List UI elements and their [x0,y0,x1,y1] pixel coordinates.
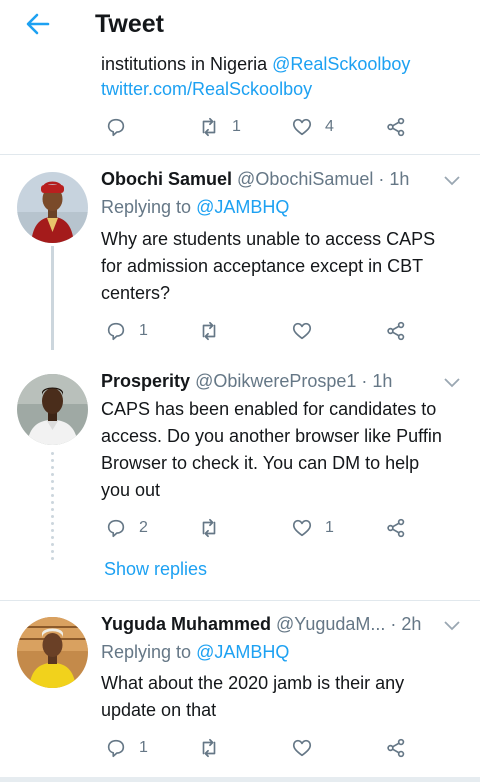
reply-icon [107,519,125,538]
share-icon [387,321,405,341]
share-icon [387,117,405,137]
like-icon [292,519,312,537]
replying-to-label: Replying to [101,197,197,217]
thread-connector-dots [51,452,54,564]
chevron-down-icon[interactable] [442,617,462,633]
tweet-text-line: Why are students unable to access CAPS [101,229,436,249]
like-button[interactable] [291,318,313,344]
chevron-down-icon[interactable] [442,374,462,390]
like-icon [292,322,312,340]
display-name[interactable]: Obochi Samuel [101,169,232,189]
replying-to: Replying to @JAMBHQ [101,195,289,219]
mention-link[interactable]: @JAMBHQ [196,642,289,662]
tweet-text-line: for admission acceptance except in CBT [101,256,424,276]
avatar[interactable] [17,172,88,243]
reply-icon [107,739,125,758]
share-icon [387,518,405,538]
reply-button[interactable]: 2 [105,515,148,541]
like-icon [292,739,312,757]
like-icon [292,118,312,136]
like-button[interactable]: 1 [291,515,334,541]
divider [0,777,480,782]
reply-button[interactable] [105,114,127,140]
tweet-text-line: centers? [101,283,171,303]
avatar[interactable] [17,374,88,445]
replying-to-label: Replying to [101,642,197,662]
mention-link[interactable]: @RealSckoolboy [272,54,410,74]
reply-icon [107,118,125,137]
retweet-count: 1 [232,118,241,135]
tweet-text-line: you out [101,480,161,500]
tweet-text: What about the 2020 jamb is their any up… [101,670,471,724]
tweet-header: Yuguda Muhammed @YugudaM... · 2h [101,612,421,636]
page-title: Tweet [95,10,164,38]
reply-button[interactable]: 1 [105,735,148,761]
reply-button[interactable]: 1 [105,318,148,344]
reply-count: 1 [139,322,148,339]
share-button[interactable] [385,515,407,541]
username[interactable]: @YugudaM... [276,614,385,634]
timestamp: · 2h [390,614,422,634]
tweet-text: institutions in Nigeria [101,54,273,74]
share-button[interactable] [385,318,407,344]
reply-count: 1 [139,739,148,756]
divider [0,154,480,155]
retweet-icon [202,321,216,341]
share-button[interactable] [385,735,407,761]
share-icon [387,738,405,758]
tweet-text-line: access. Do you another browser like Puff… [101,426,442,446]
replying-to: Replying to @JAMBHQ [101,640,289,664]
username[interactable]: @ObochiSamuel [237,169,373,189]
tweet-text: Why are students unable to access CAPS f… [101,226,471,307]
retweet-icon [202,117,216,137]
like-count: 4 [325,118,334,135]
reply-count: 2 [139,519,148,536]
tweet-header: Prosperity @ObikwereProspe1 · 1h [101,369,392,393]
retweet-button[interactable] [198,318,220,344]
avatar[interactable] [17,617,88,688]
tweet-text-line: CAPS has been enabled for candidates to [101,399,437,419]
like-button[interactable]: 4 [291,114,334,140]
reply-icon [107,322,125,341]
timestamp: · 1h [378,169,410,189]
tweet-text-line: Browser to check it. You can DM to help [101,453,420,473]
timestamp: · 1h [361,371,393,391]
retweet-button[interactable] [198,515,220,541]
like-count: 1 [325,519,334,536]
username[interactable]: @ObikwereProspe1 [195,371,356,391]
retweet-button[interactable]: 1 [198,114,241,140]
tweet-text: CAPS has been enabled for candidates to … [101,396,471,504]
back-arrow-icon[interactable] [22,8,54,40]
chevron-down-icon[interactable] [442,172,462,188]
display-name[interactable]: Yuguda Muhammed [101,614,271,634]
show-replies-link[interactable]: Show replies [104,557,207,581]
tweet-text-line: What about the 2020 jamb is their any [101,673,405,693]
mention-link[interactable]: @JAMBHQ [196,197,289,217]
retweet-icon [202,738,216,758]
tweet-text-line: update on that [101,700,217,720]
tweet-text-line: institutions in Nigeria @RealSckoolboy [101,51,410,78]
share-button[interactable] [385,114,407,140]
like-button[interactable] [291,735,313,761]
thread-connector-line [51,246,54,350]
retweet-button[interactable] [198,735,220,761]
top-app-bar: Tweet [0,0,480,50]
retweet-icon [202,518,216,538]
divider [0,600,480,601]
display-name[interactable]: Prosperity [101,371,190,391]
tweet-link[interactable]: twitter.com/RealSckoolboy [101,76,312,103]
tweet-header: Obochi Samuel @ObochiSamuel · 1h [101,167,409,191]
